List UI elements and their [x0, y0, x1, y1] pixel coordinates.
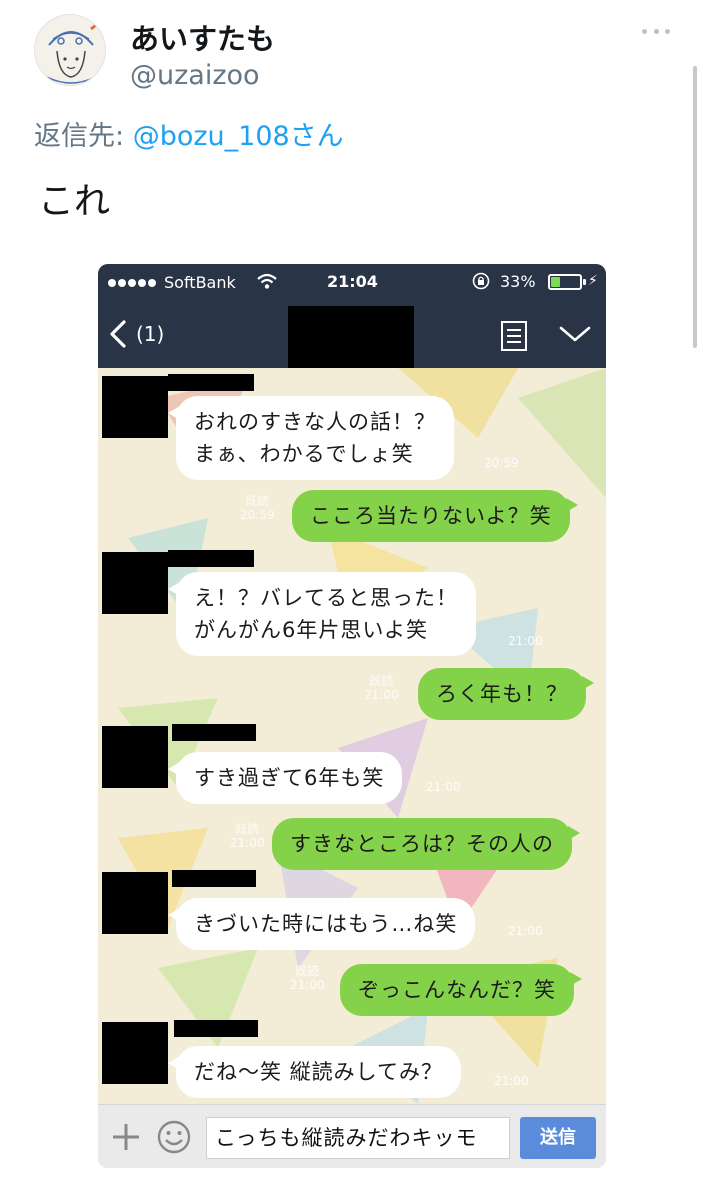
message-line: え！？バレてると思った！: [194, 586, 458, 610]
notes-icon[interactable]: [500, 320, 528, 352]
carrier-name: SoftBank: [164, 273, 236, 292]
message-bubble[interactable]: ろく年も！？: [418, 668, 594, 720]
message-bubble[interactable]: ぞっこんなんだ？笑: [340, 964, 582, 1016]
message-time: 21:00: [508, 924, 543, 938]
message-bubble[interactable]: え！？バレてると思った！ がんがん6年片思いよ笑: [168, 572, 476, 656]
message-meta: 既読 20:59: [240, 494, 275, 522]
message-line: すきなところは？その人の: [290, 832, 554, 856]
message-line: こころ当たりないよ？笑: [310, 504, 552, 528]
emoji-icon[interactable]: [156, 1119, 192, 1155]
message-input[interactable]: こっちも縦読みだわキッモ: [206, 1117, 510, 1159]
reply-prefix: 返信先:: [34, 121, 125, 152]
message-meta: 既読 21:00: [290, 964, 325, 992]
user-handle[interactable]: @uzaizoo: [130, 60, 260, 91]
unread-count: (1): [136, 322, 165, 346]
attached-image[interactable]: SoftBank 21:04 33% ⚡ (1) おれのすきな人の話！？ まぁ、…: [98, 264, 606, 1168]
tweet-text: これ: [38, 181, 111, 222]
message-line: すき過ぎて6年も笑: [194, 766, 385, 790]
message-time: 21:00: [290, 978, 325, 992]
message-line: まぁ、わかるでしょ笑: [194, 442, 414, 466]
sender-avatar-redacted[interactable]: [102, 726, 168, 788]
sender-avatar-redacted[interactable]: [102, 376, 168, 438]
plus-icon[interactable]: [108, 1119, 144, 1155]
message-bubble[interactable]: すきなところは？その人の: [272, 818, 580, 870]
charging-icon: ⚡: [588, 273, 598, 289]
message-bubble[interactable]: すき過ぎて6年も笑: [167, 752, 403, 804]
avatar[interactable]: [34, 14, 106, 86]
clock: 21:04: [327, 272, 378, 291]
message-input-bar: こっちも縦読みだわキッモ 送信: [98, 1104, 606, 1168]
contact-name-redacted: [288, 306, 414, 370]
message-line: がんがん6年片思いよ笑: [194, 618, 428, 642]
message-time: 20:59: [240, 508, 275, 522]
message-time: 21:00: [364, 688, 399, 702]
message-time: 21:00: [494, 1074, 529, 1088]
sender-name-redacted: [168, 374, 254, 391]
read-receipt: 既読: [295, 964, 320, 978]
sender-name-redacted: [168, 550, 254, 567]
status-bar: SoftBank 21:04 33% ⚡: [98, 264, 606, 300]
back-button[interactable]: (1): [108, 314, 178, 354]
battery-icon: [548, 274, 586, 290]
rotation-lock-icon: [472, 272, 490, 290]
chevron-down-icon[interactable]: [558, 324, 592, 344]
chevron-left-icon: [110, 320, 126, 348]
sender-avatar-redacted[interactable]: [102, 872, 168, 934]
message-meta: 既読 21:00: [364, 674, 399, 702]
message-line: ろく年も！？: [436, 682, 568, 706]
reply-context: 返信先: @bozu_108さん: [34, 114, 344, 153]
chat-area[interactable]: おれのすきな人の話！？ まぁ、わかるでしょ笑 20:59 既読 20:59 ここ…: [98, 368, 606, 1104]
message-bubble[interactable]: おれのすきな人の話！？ まぁ、わかるでしょ笑: [168, 396, 454, 480]
send-button[interactable]: 送信: [520, 1117, 596, 1159]
signal-strength-icon: SoftBank: [108, 273, 236, 292]
message-bubble[interactable]: こころ当たりないよ？笑: [292, 490, 578, 542]
read-receipt: 既読: [245, 494, 270, 508]
message-line: だね〜笑 縦読みしてみ？: [194, 1060, 444, 1084]
message-time: 21:00: [508, 634, 543, 648]
sender-avatar-redacted[interactable]: [102, 1022, 168, 1084]
message-line: ぞっこんなんだ？笑: [358, 978, 556, 1002]
display-name[interactable]: あいすたも: [130, 16, 275, 58]
sender-name-redacted: [174, 1020, 258, 1037]
message-time: 21:00: [426, 780, 461, 794]
battery-percent: 33%: [500, 272, 536, 291]
message-bubble[interactable]: だね〜笑 縦読みしてみ？: [167, 1046, 462, 1098]
scrollbar[interactable]: [693, 66, 697, 348]
wifi-icon: [257, 273, 277, 289]
chat-header: (1): [98, 300, 606, 370]
sender-avatar-redacted[interactable]: [102, 552, 168, 614]
message-bubble[interactable]: きづいた時にはもう…ね笑: [167, 898, 476, 950]
message-line: きづいた時にはもう…ね笑: [194, 912, 458, 936]
read-receipt: 既読: [369, 674, 394, 688]
sender-name-redacted: [172, 870, 256, 887]
message-time: 20:59: [484, 456, 519, 470]
message-meta: 既読 21:00: [230, 822, 265, 850]
read-receipt: 既読: [235, 822, 260, 836]
message-line: おれのすきな人の話！？: [194, 410, 436, 434]
reply-target-link[interactable]: @bozu_108さん: [133, 121, 344, 152]
message-time: 21:00: [230, 836, 265, 850]
more-options-icon[interactable]: [642, 26, 670, 36]
sender-name-redacted: [172, 724, 256, 741]
